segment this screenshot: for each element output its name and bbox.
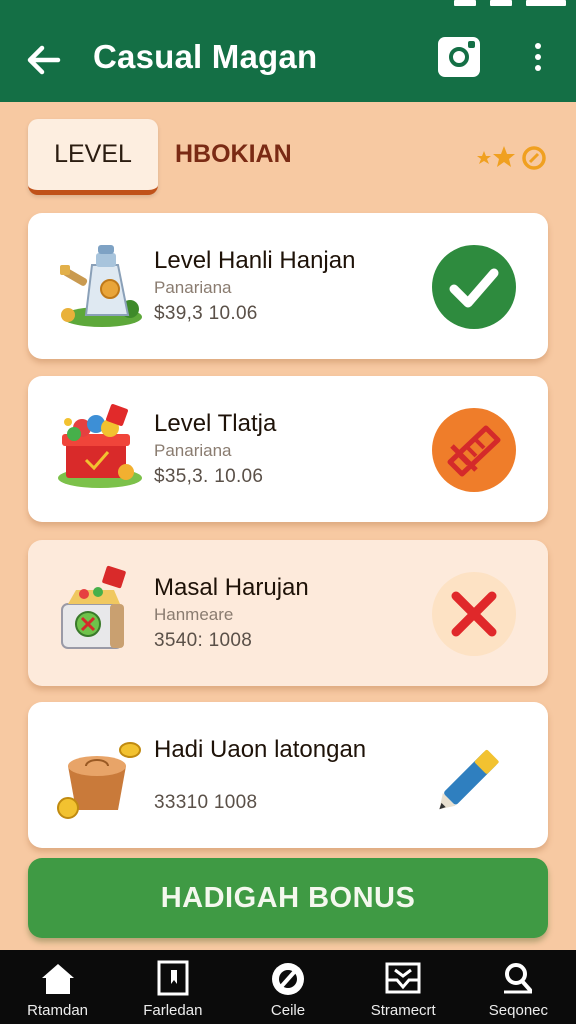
level-title: Masal Harujan	[154, 574, 309, 601]
nav-item-search[interactable]: Seqonec	[461, 950, 576, 1024]
compass-icon	[272, 963, 304, 995]
bonus-button[interactable]: HADIGAH BONUS	[28, 858, 548, 938]
tab-level[interactable]: LEVEL	[28, 119, 158, 195]
home-icon	[41, 964, 74, 994]
level-card[interactable]: Masal Harujan Hanmeare 3540: 1008	[28, 540, 548, 686]
tab-hbokian[interactable]: HBOKIAN	[175, 140, 292, 169]
level-subtitle: Panariana	[154, 278, 232, 297]
nav-item-home[interactable]: Rtamdan	[0, 950, 115, 1024]
bottom-nav: Rtamdan Farledan Ceile Stramecrt Seqonec	[0, 950, 576, 1024]
level-subtitle: Panariana	[154, 441, 232, 460]
level-card[interactable]: Hadi Uaon latongan 33310 1008	[28, 702, 548, 848]
gift-box-icon	[58, 404, 142, 488]
level-price: $35,3. 10.06	[154, 466, 264, 487]
level-title: Level Tlatja	[154, 410, 277, 437]
nav-label: Seqonec	[488, 1002, 549, 1019]
check-circle-icon	[432, 245, 516, 329]
arrow-left-icon	[27, 45, 61, 75]
app-bar: Casual Magan	[0, 14, 576, 102]
level-price: 3540: 1008	[154, 630, 253, 651]
potion-bottle-icon	[60, 245, 142, 327]
level-card[interactable]: Level Tlatja Panariana $35,3. 10.06	[28, 376, 548, 522]
nav-item-inbox[interactable]: Stramecrt	[346, 950, 461, 1024]
search-icon	[504, 963, 533, 994]
level-subtitle: Hanmeare	[154, 605, 234, 624]
pencil-icon	[439, 749, 499, 810]
nav-label: Farledan	[143, 1002, 203, 1019]
nav-item-bookmark[interactable]: Farledan	[115, 950, 230, 1024]
status-bar	[0, 0, 576, 14]
ticket-badge-icon	[432, 408, 516, 492]
back-button[interactable]	[24, 40, 64, 80]
level-price: $39,3 10.06	[154, 303, 258, 324]
stars-badge-icon	[477, 146, 546, 170]
treasure-chest-icon	[61, 565, 126, 649]
level-card[interactable]: Level Hanli Hanjan Panariana $39,3 10.06	[28, 213, 548, 359]
level-title: Level Hanli Hanjan	[154, 247, 356, 274]
camera-icon	[449, 47, 469, 67]
status-icons	[454, 0, 566, 6]
more-options-button[interactable]	[528, 40, 548, 76]
nav-label: Ceile	[270, 1002, 306, 1019]
nav-label: Stramecrt	[370, 1002, 436, 1019]
camera-button[interactable]	[438, 37, 480, 77]
bookmark-card-icon	[157, 960, 189, 996]
nav-label: Rtamdan	[27, 1002, 89, 1019]
x-mark-icon	[432, 572, 516, 656]
inbox-icon	[385, 962, 421, 994]
nav-item-compass[interactable]: Ceile	[230, 950, 345, 1024]
app-title: Casual Magan	[93, 38, 318, 75]
coin-pot-icon	[57, 742, 141, 819]
level-title: Hadi Uaon latongan	[154, 736, 367, 763]
level-price: 33310 1008	[154, 792, 258, 813]
